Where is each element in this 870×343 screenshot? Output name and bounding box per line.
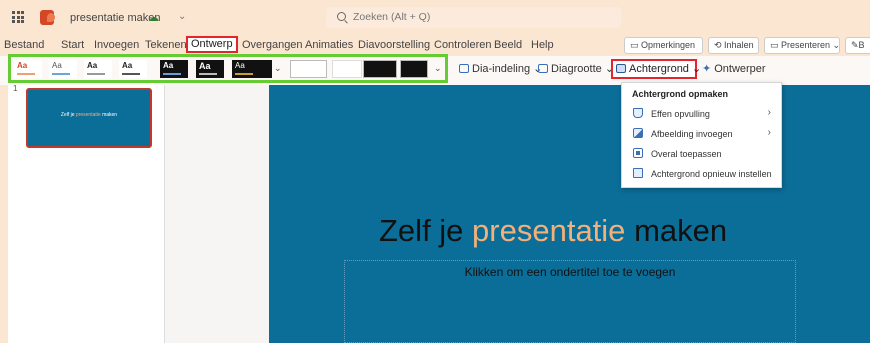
dropdown-header: Achtergrond opmaken: [632, 89, 729, 99]
variants-more-chevron-icon[interactable]: ⌄: [434, 63, 442, 74]
theme-thumbnail[interactable]: Aa: [232, 60, 272, 78]
achtergrond-dropdown: Achtergrond opmaken Effen opvulling › Af…: [621, 82, 782, 188]
catchup-button[interactable]: ⟲ Inhalen: [708, 37, 759, 54]
menu-item-label: Overal toepassen: [651, 149, 722, 159]
slide-title-accent: presentatie: [472, 213, 626, 248]
slide-size-icon: [538, 64, 548, 73]
chevron-right-icon: ›: [767, 107, 771, 118]
theme-label: Aa: [87, 61, 98, 70]
ontwerper-button[interactable]: ✦ Ontwerper: [702, 62, 766, 75]
app-launcher-icon[interactable]: [12, 11, 24, 23]
tab-overgangen[interactable]: Overgangen: [242, 39, 303, 51]
comment-icon: ▭: [630, 40, 642, 50]
theme-label: Aa: [163, 61, 174, 70]
menu-item-overal-toepassen[interactable]: Overal toepassen: [622, 145, 781, 164]
powerpoint-logo-icon: [40, 10, 55, 25]
theme-label: Aa: [235, 61, 245, 70]
tab-animaties[interactable]: Animaties: [305, 39, 353, 51]
tab-beeld[interactable]: Beeld: [494, 39, 522, 51]
slide-title-part: Zelf je: [379, 213, 464, 248]
theme-label: Aa: [122, 61, 133, 70]
menu-item-label: Afbeelding invoegen: [651, 129, 733, 139]
achtergrond-button[interactable]: Achtergrond ⌄: [611, 59, 701, 79]
pencil-icon: ✎: [851, 40, 859, 50]
slide-title[interactable]: Zelf je presentatie maken: [379, 213, 727, 249]
menu-item-effen-opvulling[interactable]: Effen opvulling ›: [622, 105, 781, 124]
tab-diavoorstelling[interactable]: Diavoorstelling: [358, 39, 430, 51]
fill-bucket-icon: [633, 108, 643, 118]
thumbnail-title-accent: presentatie: [75, 112, 101, 118]
theme-thumbnail[interactable]: Aa: [196, 60, 224, 78]
search-icon: [337, 12, 346, 21]
apply-all-icon: [633, 148, 643, 158]
slide-title-part: maken: [634, 213, 728, 248]
tab-help[interactable]: Help: [531, 39, 554, 51]
diagrootte-button[interactable]: Diagrootte ⌄: [538, 62, 614, 75]
dia-indeling-label: Dia-indeling: [472, 63, 531, 75]
tab-controleren[interactable]: Controleren: [434, 39, 491, 51]
search-box[interactable]: Zoeken (Alt + Q): [326, 7, 621, 28]
achtergrond-label: Achtergrond: [629, 63, 689, 75]
designer-icon: ✦: [702, 63, 712, 75]
ontwerper-label: Ontwerper: [714, 63, 766, 75]
menu-item-label: Effen opvulling: [651, 109, 710, 119]
reset-background-icon: [633, 168, 643, 178]
menu-item-label: Achtergrond opnieuw instellen: [651, 169, 772, 179]
cloud-saved-icon: ☁: [148, 12, 159, 24]
theme-thumbnail[interactable]: Aa: [84, 60, 112, 78]
tab-ontwerp[interactable]: Ontwerp: [186, 36, 238, 53]
theme-thumbnail[interactable]: Aa: [14, 60, 42, 78]
dia-indeling-button[interactable]: Dia-indeling ⌄: [459, 62, 542, 75]
subtitle-placeholder-box[interactable]: Klikken om een ondertitel toe te voegen: [344, 260, 796, 343]
slide-thumbnail[interactable]: Zelf je presentatie maken: [26, 88, 152, 148]
variant-thumbnail[interactable]: [290, 60, 327, 78]
variant-thumbnail[interactable]: [332, 60, 362, 78]
present-button[interactable]: ▭ Presenteren ⌄: [764, 37, 840, 54]
menu-item-afbeelding-invoegen[interactable]: Afbeelding invoegen ›: [622, 125, 781, 144]
tab-bestand[interactable]: Bestand: [4, 39, 44, 51]
thumbnail-title: Zelf je presentatie maken: [28, 112, 150, 118]
theme-label: Aa: [52, 61, 62, 70]
comments-button[interactable]: ▭ Opmerkingen: [624, 37, 703, 54]
theme-thumbnail[interactable]: Aa: [49, 60, 77, 78]
themes-more-chevron-icon[interactable]: ⌄: [274, 63, 282, 74]
theme-label: Aa: [17, 61, 28, 70]
catchup-label: Inhalen: [724, 40, 754, 50]
present-icon: ▭: [770, 40, 782, 50]
diagrootte-label: Diagrootte: [551, 63, 602, 75]
theme-label: Aa: [199, 61, 211, 71]
title-bar: presentatie maken ☁ ⌄ Zoeken (Alt + Q): [0, 0, 870, 36]
subtitle-placeholder: Klikken om een ondertitel toe te voegen: [464, 265, 676, 279]
edit-label: B: [858, 40, 865, 50]
tab-tekenen[interactable]: Tekenen: [145, 39, 187, 51]
theme-thumbnail[interactable]: Aa: [160, 60, 188, 78]
chevron-right-icon: ›: [767, 127, 771, 138]
variant-thumbnail[interactable]: [400, 60, 428, 78]
document-title[interactable]: presentatie maken: [70, 12, 161, 24]
comments-label: Opmerkingen: [641, 40, 696, 50]
layout-icon: [459, 64, 469, 73]
tab-start[interactable]: Start: [61, 39, 84, 51]
menu-item-achtergrond-herstellen[interactable]: Achtergrond opnieuw instellen: [622, 165, 781, 184]
search-placeholder: Zoeken (Alt + Q): [353, 11, 431, 23]
catchup-icon: ⟲: [714, 40, 725, 50]
present-label: Presenteren: [781, 40, 831, 50]
slide-thumbnail-pane: 1 Zelf je presentatie maken: [8, 84, 165, 343]
variant-thumbnail[interactable]: [363, 60, 397, 78]
editor-margin: [165, 85, 269, 343]
slide-number: 1: [13, 84, 18, 93]
edit-button[interactable]: ✎B: [845, 37, 870, 54]
background-icon: [616, 64, 626, 73]
chevron-down-icon[interactable]: ⌄: [178, 11, 186, 22]
tab-invoegen[interactable]: Invoegen: [94, 39, 139, 51]
picture-icon: [633, 128, 643, 138]
themes-gallery: Aa Aa Aa Aa Aa Aa Aa ⌄ ⌄: [8, 54, 448, 83]
theme-thumbnail[interactable]: Aa: [119, 60, 147, 78]
thumbnail-title-part: Zelf je: [60, 112, 75, 118]
thumbnail-title-part: maken: [102, 112, 118, 118]
